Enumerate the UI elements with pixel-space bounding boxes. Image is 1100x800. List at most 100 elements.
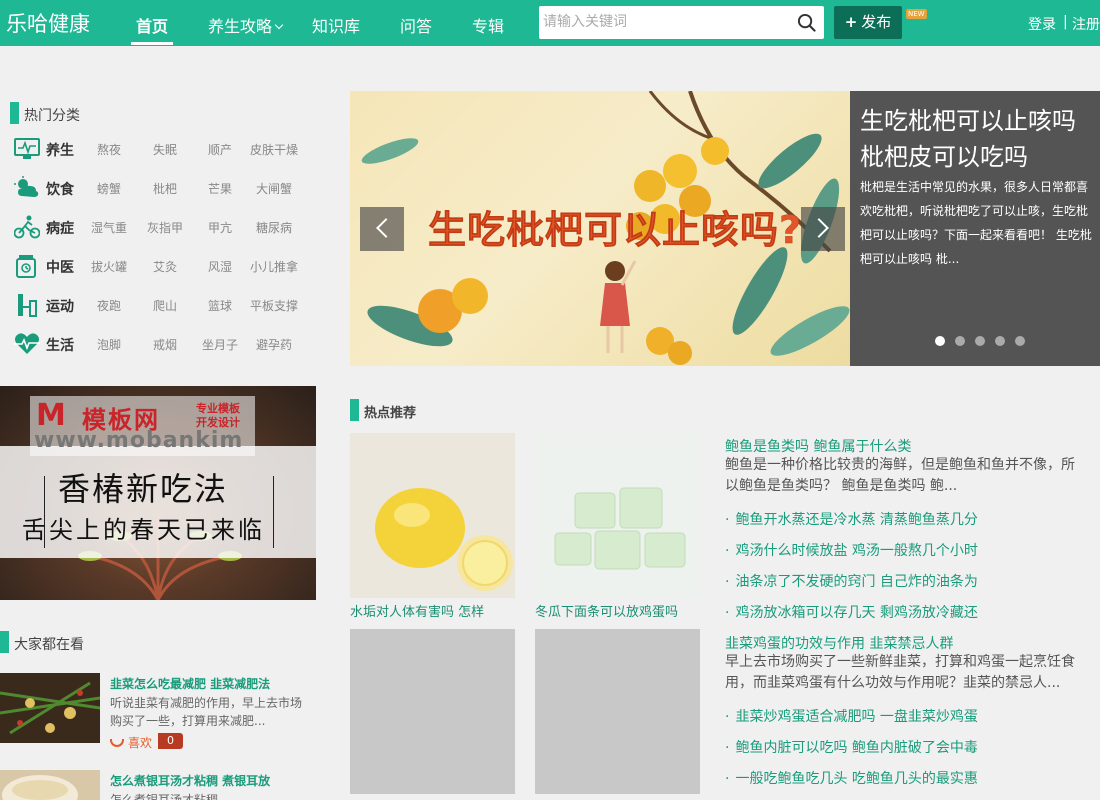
recommend-card[interactable] bbox=[535, 629, 700, 800]
category-tag[interactable]: 熬夜 bbox=[97, 141, 121, 158]
nav-home[interactable]: 首页 bbox=[136, 13, 168, 37]
nav-health-guide[interactable]: 养生攻略 bbox=[208, 13, 284, 37]
slide-title[interactable]: 生吃枇杷可以止咳吗 枇杷皮可以吃吗 bbox=[860, 103, 1095, 175]
like-label: 喜欢 bbox=[128, 736, 153, 750]
category-tag[interactable]: 糖尿病 bbox=[256, 219, 292, 236]
news-link[interactable]: · 一般吃鲍鱼吃几头 吃鲍鱼几头的最实惠 bbox=[725, 768, 978, 788]
everyone-watching-title: 大家都在看 bbox=[0, 631, 84, 654]
nav-knowledge[interactable]: 知识库 bbox=[312, 13, 360, 37]
category-tag[interactable]: 螃蟹 bbox=[97, 180, 121, 197]
category-tag[interactable]: 灰指甲 bbox=[147, 219, 183, 236]
category-tag[interactable]: 避孕药 bbox=[256, 336, 292, 353]
login-link[interactable]: 登录 bbox=[1028, 14, 1056, 34]
category-row-disease: 病症 湿气重 灰指甲 甲亢 糖尿病 bbox=[14, 215, 314, 241]
news-link-text: 油条凉了不发硬的窍门 自己炸的油条为 bbox=[735, 574, 978, 590]
category-tag[interactable]: 失眠 bbox=[153, 141, 177, 158]
category-name[interactable]: 养生 bbox=[46, 140, 74, 160]
slider-next-button[interactable] bbox=[801, 207, 845, 251]
category-tag[interactable]: 湿气重 bbox=[91, 219, 127, 236]
ad-watermark-url: www.mobankim bbox=[34, 428, 244, 453]
category-tag[interactable]: 艾灸 bbox=[153, 258, 177, 275]
watch-item-title[interactable]: 怎么煮银耳汤才粘稠 煮银耳放 bbox=[110, 772, 270, 789]
slider-dot[interactable] bbox=[935, 336, 945, 346]
card-caption: 冬瓜下面条可以放鸡蛋吗 bbox=[535, 605, 679, 620]
news-link[interactable]: · 鸡汤什么时候放盐 鸡汤一般熬几个小时 bbox=[725, 540, 978, 560]
ad-banner[interactable]: M 模板网 专业模板 开发设计 www.mobankim 香椿新吃法 舌尖上的春天… bbox=[0, 386, 316, 600]
nav-active-indicator bbox=[131, 42, 173, 45]
recommend-card[interactable]: 冬瓜下面条可以放鸡蛋吗 bbox=[535, 433, 700, 623]
register-link[interactable]: 注册 bbox=[1072, 14, 1100, 34]
category-tag[interactable]: 枇杷 bbox=[153, 180, 177, 197]
bullet-dot-icon: · bbox=[725, 709, 730, 725]
category-tag[interactable]: 平板支撑 bbox=[250, 297, 298, 314]
news-link[interactable]: · 韭菜炒鸡蛋适合减肥吗 一盘韭菜炒鸡蛋 bbox=[725, 706, 978, 726]
category-tag[interactable]: 甲亢 bbox=[208, 219, 232, 236]
news-link[interactable]: · 鲍鱼开水蒸还是冷水蒸 清蒸鲍鱼蒸几分 bbox=[725, 509, 978, 529]
slider-dot[interactable] bbox=[995, 336, 1005, 346]
cyclist-icon bbox=[14, 215, 40, 239]
wintermelon-thumbnail bbox=[535, 433, 700, 598]
search-input[interactable] bbox=[543, 12, 783, 32]
new-badge: NEW bbox=[906, 9, 927, 19]
slider-dot[interactable] bbox=[1015, 336, 1025, 346]
slider-prev-button[interactable] bbox=[360, 207, 404, 251]
category-tag[interactable]: 坐月子 bbox=[202, 336, 238, 353]
news-headline[interactable]: 鲍鱼是鱼类吗 鲍鱼属于什么类 bbox=[725, 436, 911, 456]
slide-image[interactable]: 生吃枇杷可以止咳吗? bbox=[350, 91, 850, 366]
slide-overlay-text: 生吃枇杷可以止咳吗? bbox=[428, 208, 803, 253]
dumbbell-icon bbox=[18, 294, 37, 317]
recommend-card[interactable] bbox=[350, 629, 515, 800]
category-row-sport: 运动 夜跑 爬山 篮球 平板支撑 bbox=[14, 293, 314, 319]
smile-icon bbox=[110, 739, 124, 747]
category-row-health: 养生 熬夜 失眠 顺产 皮肤干燥 bbox=[14, 137, 314, 163]
category-tag[interactable]: 大闸蟹 bbox=[256, 180, 292, 197]
login-register-separator: | bbox=[1063, 14, 1068, 30]
news-link[interactable]: · 鸡汤放冰箱可以存几天 剩鸡汤放冷藏还 bbox=[725, 602, 978, 622]
category-tag[interactable]: 皮肤干燥 bbox=[250, 141, 298, 158]
watch-thumbnail[interactable] bbox=[0, 770, 100, 800]
category-row-life: 生活 泡脚 戒烟 坐月子 避孕药 bbox=[14, 332, 314, 358]
news-link[interactable]: · 油条凉了不发硬的窍门 自己炸的油条为 bbox=[725, 571, 978, 591]
category-name[interactable]: 中医 bbox=[46, 257, 74, 277]
ad-tagline: 专业模板 开发设计 bbox=[196, 402, 240, 430]
bullet-dot-icon: · bbox=[725, 512, 730, 528]
nav-qa[interactable]: 问答 bbox=[400, 13, 432, 37]
nav-album[interactable]: 专辑 bbox=[472, 13, 504, 37]
slider-dot[interactable] bbox=[975, 336, 985, 346]
watch-thumbnail[interactable] bbox=[0, 673, 100, 743]
heartbeat-icon bbox=[14, 333, 40, 354]
hot-recommend-title: 热点推荐 bbox=[349, 399, 416, 421]
category-tag[interactable]: 篮球 bbox=[208, 297, 232, 314]
category-name[interactable]: 病症 bbox=[46, 218, 74, 238]
plus-icon: + bbox=[844, 13, 858, 31]
category-tag[interactable]: 爬山 bbox=[153, 297, 177, 314]
category-tag[interactable]: 戒烟 bbox=[153, 336, 177, 353]
category-tag[interactable]: 泡脚 bbox=[97, 336, 121, 353]
category-tag[interactable]: 顺产 bbox=[208, 141, 232, 158]
ad-subheadline: 舌尖上的春天已来临 bbox=[22, 516, 265, 544]
category-tag[interactable]: 风湿 bbox=[208, 258, 232, 275]
news-link-text: 一般吃鲍鱼吃几头 吃鲍鱼几头的最实惠 bbox=[735, 771, 978, 787]
category-tag[interactable]: 芒果 bbox=[208, 180, 232, 197]
category-name[interactable]: 生活 bbox=[46, 335, 74, 355]
publish-button[interactable]: + 发布 bbox=[834, 6, 902, 39]
news-link[interactable]: · 鲍鱼内脏可以吃吗 鲍鱼内脏破了会中毒 bbox=[725, 737, 978, 757]
slide-caption-panel: 生吃枇杷可以止咳吗 枇杷皮可以吃吗 枇杷是生活中常见的水果，很多人日常都喜欢吃枇… bbox=[850, 91, 1100, 366]
category-name[interactable]: 饮食 bbox=[46, 179, 74, 199]
like-row[interactable]: 喜欢 0 bbox=[110, 733, 183, 751]
category-tag[interactable]: 夜跑 bbox=[97, 297, 121, 314]
watch-item-title[interactable]: 韭菜怎么吃最减肥 韭菜减肥法 bbox=[110, 675, 270, 692]
category-name[interactable]: 运动 bbox=[46, 296, 74, 316]
bullet-dot-icon: · bbox=[725, 574, 730, 590]
news-headline[interactable]: 韭菜鸡蛋的功效与作用 韭菜禁忌人群 bbox=[725, 633, 953, 653]
category-tag[interactable]: 拔火罐 bbox=[91, 258, 127, 275]
slider-dot[interactable] bbox=[955, 336, 965, 346]
recommend-card[interactable]: 水垢对人体有害吗 怎样 bbox=[350, 433, 515, 623]
search-icon[interactable] bbox=[797, 13, 816, 32]
card-caption: 水垢对人体有害吗 怎样 bbox=[350, 605, 485, 620]
category-tag[interactable]: 小儿推拿 bbox=[250, 258, 298, 275]
slide-description: 枇杷是生活中常见的水果，很多人日常都喜欢吃枇杷，听说枇杷吃了可以止咳，生吃枇杷可… bbox=[860, 180, 1092, 266]
site-logo[interactable]: 乐哈健康 bbox=[6, 8, 90, 38]
chevron-left-icon bbox=[376, 218, 396, 238]
top-navbar: 乐哈健康 首页 养生攻略 知识库 问答 专辑 +发布 NEW 登录 | 注册 bbox=[0, 0, 1100, 46]
